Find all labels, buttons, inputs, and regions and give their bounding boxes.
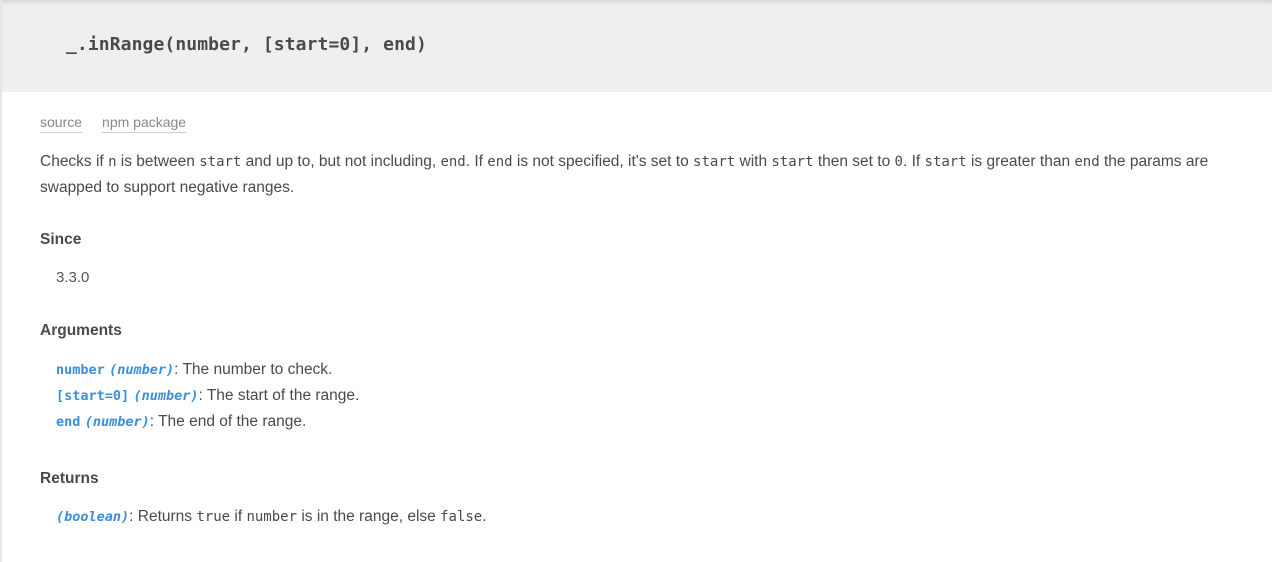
returns-text: if [230,508,247,525]
argument-type: (number) [133,388,199,404]
argument-name: [start=0] [56,388,130,404]
desc-text: and up to, but not including, [241,153,441,170]
argument-desc: : The number to check. [174,361,333,378]
arguments-list: number (number): The number to check. [s… [56,357,1234,435]
since-heading: Since [40,231,82,248]
argument-item: number (number): The number to check. [56,357,1234,383]
npm-package-link[interactable]: npm package [102,113,187,133]
desc-code: start [924,154,967,170]
desc-text: is between [116,153,200,170]
argument-name: number [56,362,105,378]
desc-text: Checks if [40,153,109,170]
method-header: _.inRange(number, [start=0], end) [2,0,1272,92]
desc-text: with [735,153,772,170]
method-content: source npm package Checks if n is betwee… [2,113,1272,530]
argument-item: end (number): The end of the range. [56,409,1234,435]
returns-text: . [482,508,487,525]
returns-heading: Returns [40,470,99,487]
method-signature: _.inRange(number, [start=0], end) [66,34,427,55]
desc-code: start [199,154,242,170]
desc-code: end [487,154,513,170]
desc-code: start [771,154,814,170]
desc-text: . If [902,153,925,170]
returns-desc: (boolean): Returns true if number is in … [56,504,1234,530]
desc-code: n [108,154,117,170]
argument-type: (number) [109,362,175,378]
method-description: Checks if n is between start and up to, … [40,149,1234,200]
returns-code: true [196,509,231,525]
argument-desc: : The end of the range. [149,413,307,430]
returns-code: number [246,509,298,525]
desc-text: . If [465,153,488,170]
desc-text: is greater than [966,153,1075,170]
returns-text: : Returns [129,508,197,525]
argument-type: (number) [84,414,150,430]
return-type: (boolean) [56,509,130,525]
argument-desc: : The start of the range. [198,387,360,404]
desc-text: then set to [813,153,895,170]
source-link[interactable]: source [40,113,83,133]
returns-text: is in the range, else [297,508,441,525]
desc-code: end [1074,154,1100,170]
arguments-heading: Arguments [40,322,122,339]
desc-text: is not specified, it's set to [512,153,694,170]
desc-code: end [440,154,466,170]
method-links: source npm package [40,113,1234,133]
doc-page: _.inRange(number, [start=0], end) source… [0,0,1272,562]
argument-item: [start=0] (number): The start of the ran… [56,383,1234,409]
since-version: 3.3.0 [56,269,90,286]
argument-name: end [56,414,81,430]
desc-code: 0 [894,154,903,170]
desc-code: start [693,154,736,170]
returns-code: false [440,509,483,525]
